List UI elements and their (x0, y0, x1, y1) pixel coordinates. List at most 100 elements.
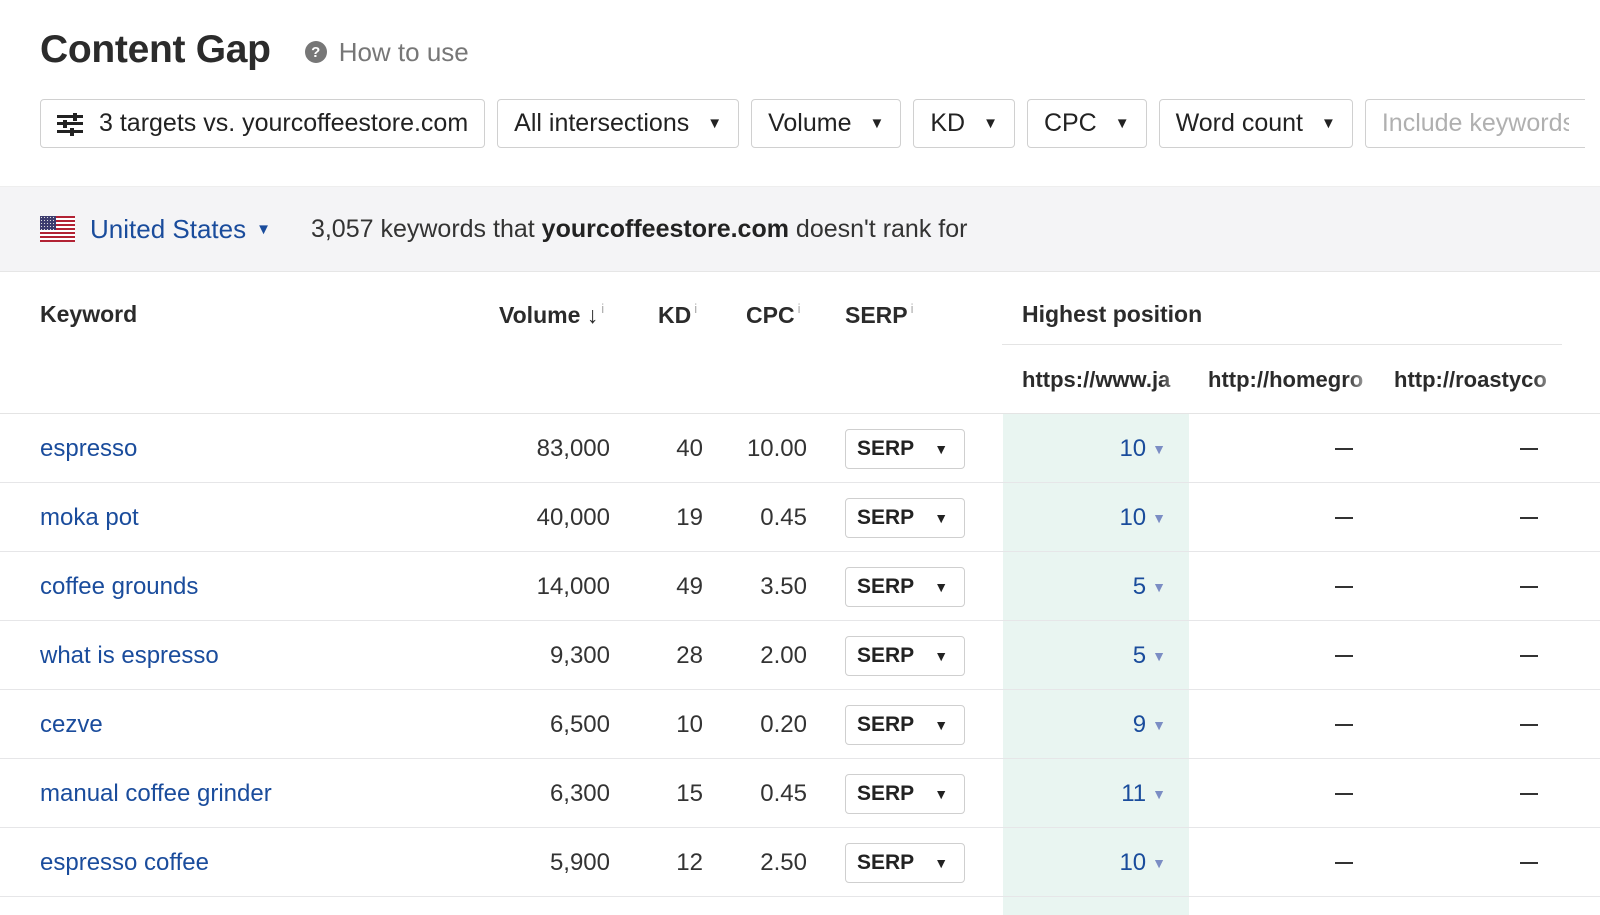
info-icon[interactable]: i (911, 301, 914, 316)
dash-icon (1520, 723, 1538, 726)
position-value[interactable]: 10 ▼ (1119, 414, 1166, 483)
caret-down-icon: ▼ (934, 440, 949, 457)
country-dropdown[interactable]: United States ▼ (90, 214, 271, 245)
serp-button[interactable]: SERP ▼ (845, 497, 965, 538)
position-number: 11 (1121, 779, 1147, 807)
targets-label: 3 targets vs. yourcoffeestore.com (99, 109, 469, 137)
keyword-link[interactable]: what is espresso (40, 621, 219, 690)
cpc-filter-label: CPC (1043, 109, 1097, 137)
info-icon[interactable]: i (798, 301, 801, 316)
position-empty (1520, 552, 1538, 621)
keyword-link[interactable]: coffee grounds (40, 552, 198, 621)
volume-value: 6,300 (549, 779, 610, 807)
serp-button[interactable]: SERP ▼ (845, 635, 965, 676)
position-number: 10 (1119, 434, 1147, 462)
serp-button-label: SERP (857, 643, 915, 667)
cpc-value: 0.45 (760, 503, 807, 531)
serp-cell: SERP ▼ (845, 759, 965, 828)
dash-icon (1335, 792, 1353, 795)
position-empty (1335, 828, 1353, 897)
dash-icon (1335, 447, 1353, 450)
keyword-link[interactable]: espresso coffee (40, 828, 209, 897)
caret-down-icon: ▼ (934, 647, 949, 664)
column-label: Volume (499, 302, 581, 328)
column-label: Highest position (1022, 301, 1203, 327)
caret-down-icon: ▼ (934, 509, 949, 526)
serp-button-label: SERP (857, 574, 915, 598)
position-empty (1520, 414, 1538, 483)
position-empty (1520, 621, 1538, 690)
summary-text: keywords that (380, 214, 535, 243)
cpc-filter-dropdown[interactable]: CPC ▼ (1026, 99, 1147, 148)
kd-filter-dropdown[interactable]: KD ▼ (913, 99, 1015, 148)
table-body: espresso 83,000 40 10.00 SERP ▼ 10 ▼ moka pot 40,… (0, 414, 1600, 897)
page-title: Content Gap (40, 28, 271, 71)
position-value[interactable]: 10 ▼ (1119, 483, 1166, 552)
include-keywords-input[interactable] (1364, 99, 1585, 148)
column-header-keyword[interactable]: Keyword (40, 301, 137, 328)
caret-down-icon: ▼ (983, 115, 998, 132)
cpc-value: 3.50 (760, 572, 807, 600)
column-label: Keyword (40, 301, 138, 327)
info-icon[interactable]: i (601, 301, 604, 316)
kd-value: 40 (676, 434, 703, 462)
keyword-link[interactable]: manual coffee grinder (40, 759, 272, 828)
dash-icon (1520, 792, 1538, 795)
table-header: Keyword Volume ↓ i KD i CPC i SERP i Highest… (0, 272, 1600, 414)
keyword-link[interactable]: espresso (40, 414, 137, 483)
summary-domain: yourcoffeestore.com (541, 214, 789, 243)
serp-button-label: SERP (857, 781, 915, 805)
dash-icon (1335, 516, 1353, 519)
kd-filter-label: KD (930, 109, 966, 137)
target-column-1[interactable]: https://www.ja (1022, 367, 1194, 393)
caret-down-icon: ▼ (934, 785, 949, 802)
serp-button[interactable]: SERP ▼ (845, 428, 965, 469)
position-value[interactable]: 5 ▼ (1133, 621, 1166, 690)
info-icon[interactable]: i (694, 301, 697, 316)
intersections-dropdown[interactable]: All intersections ▼ (497, 99, 740, 148)
serp-button[interactable]: SERP ▼ (845, 566, 965, 607)
sliders-icon (57, 112, 83, 136)
dash-icon (1520, 447, 1538, 450)
targets-button[interactable]: 3 targets vs. yourcoffeestore.com (40, 99, 486, 148)
position-empty (1520, 690, 1538, 759)
column-header-volume[interactable]: Volume ↓ i (499, 301, 604, 329)
position-number: 5 (1132, 641, 1147, 669)
serp-cell: SERP ▼ (845, 828, 965, 897)
position-value[interactable]: 11 ▼ (1121, 759, 1166, 828)
keyword-link[interactable]: moka pot (40, 483, 139, 552)
position-value[interactable]: 5 ▼ (1133, 552, 1166, 621)
position-number: 9 (1132, 710, 1147, 738)
serp-button[interactable]: SERP ▼ (845, 704, 965, 745)
table-row: cezve 6,500 10 0.20 SERP ▼ 9 ▼ (0, 690, 1600, 759)
table-row: manual coffee grinder 6,300 15 0.45 SERP ▼ 11 ▼ (0, 759, 1600, 828)
target-column-3[interactable]: http://roastyco (1394, 367, 1566, 393)
how-to-use-link[interactable]: ? How to use (304, 37, 469, 68)
serp-button-label: SERP (857, 850, 915, 874)
dash-icon (1520, 585, 1538, 588)
volume-value: 9,300 (549, 641, 610, 669)
cpc-value: 10.00 (746, 434, 807, 462)
position-empty (1335, 621, 1353, 690)
column-header-kd[interactable]: KD i (658, 301, 697, 329)
caret-down-icon: ▼ (707, 115, 723, 132)
word-count-filter-dropdown[interactable]: Word count ▼ (1158, 99, 1353, 148)
sort-descending-icon: ↓ (586, 302, 599, 328)
position-value[interactable]: 10 ▼ (1119, 828, 1166, 897)
kd-value: 19 (676, 503, 703, 531)
intersections-label: All intersections (514, 109, 690, 137)
serp-button[interactable]: SERP ▼ (845, 773, 965, 814)
target-column-2[interactable]: http://homegro (1208, 367, 1380, 393)
volume-filter-dropdown[interactable]: Volume ▼ (751, 99, 902, 148)
position-value[interactable]: 9 ▼ (1133, 690, 1166, 759)
keyword-link[interactable]: cezve (40, 690, 103, 759)
column-label: SERP (845, 302, 908, 328)
header-divider (1002, 344, 1562, 345)
column-header-cpc[interactable]: CPC i (746, 301, 800, 329)
position-number: 5 (1132, 572, 1147, 600)
volume-value: 14,000 (536, 572, 610, 600)
word-count-filter-label: Word count (1175, 109, 1303, 137)
serp-button[interactable]: SERP ▼ (845, 842, 965, 883)
volume-value: 5,900 (549, 848, 610, 876)
serp-cell: SERP ▼ (845, 483, 965, 552)
